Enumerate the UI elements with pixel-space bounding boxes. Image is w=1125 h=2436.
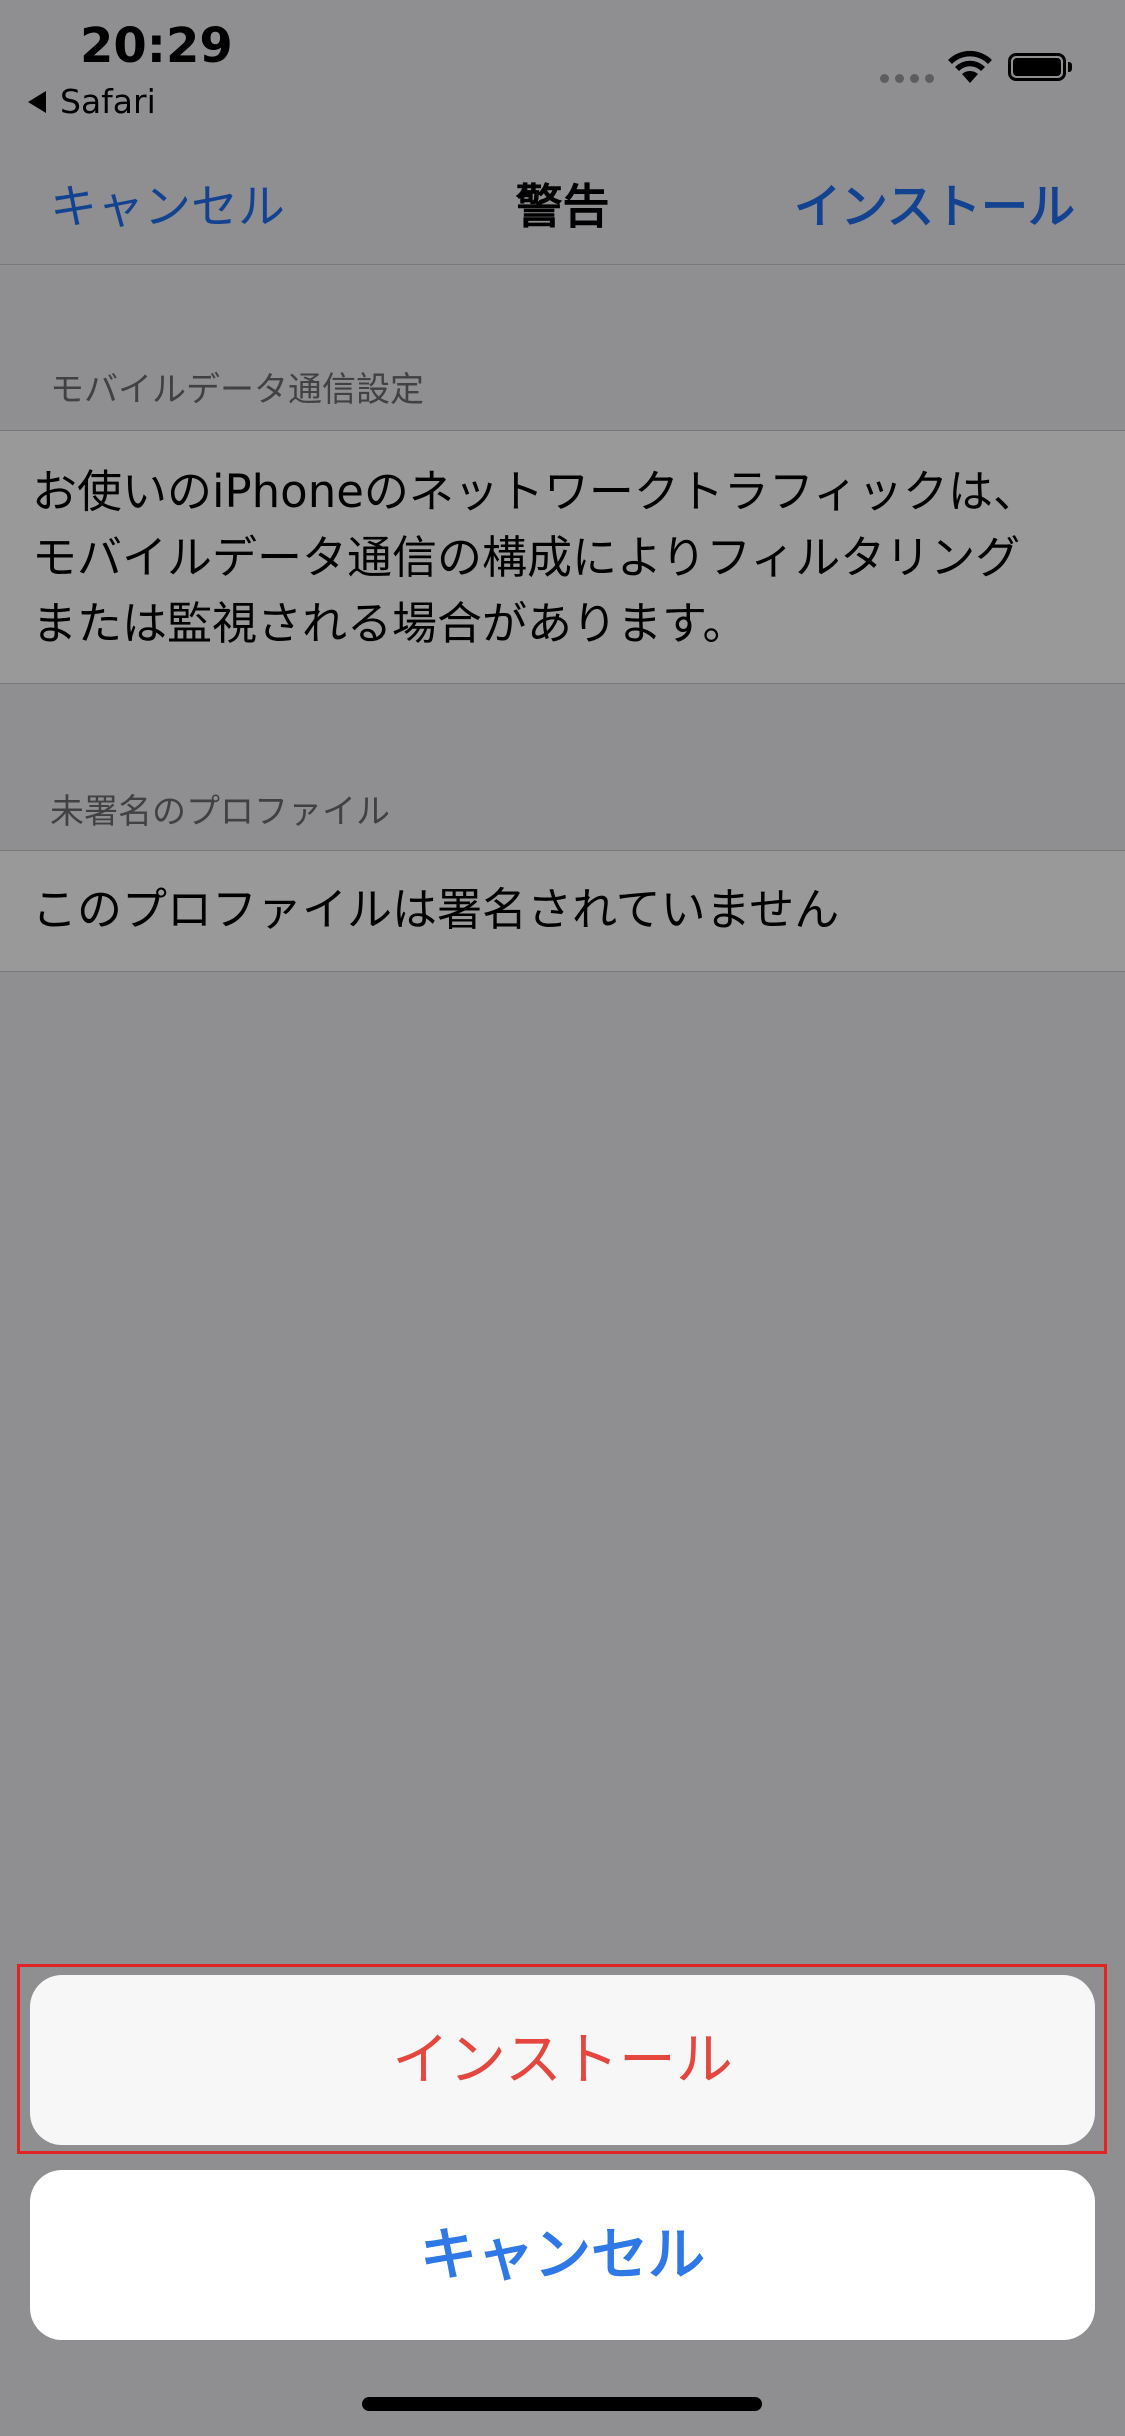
action-sheet-cancel-button[interactable]: キャンセル <box>30 2170 1095 2340</box>
action-sheet-install-button[interactable]: インストール <box>30 1975 1095 2145</box>
home-indicator[interactable] <box>362 2397 762 2411</box>
